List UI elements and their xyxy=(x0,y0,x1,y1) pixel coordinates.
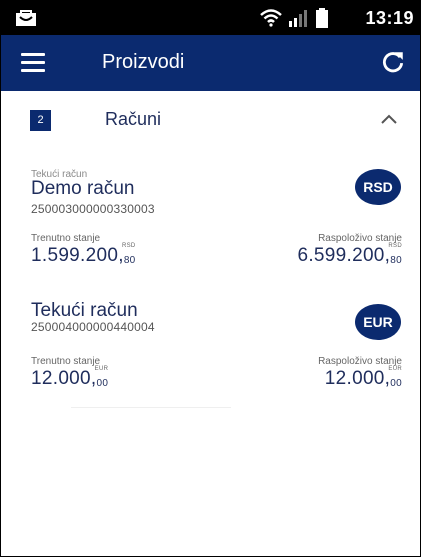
refresh-icon[interactable] xyxy=(380,49,406,75)
current-balance-integer: 1.599.200, xyxy=(31,245,124,266)
available-balance-currency: RSD xyxy=(388,243,402,249)
account-number: 250003000000330003 xyxy=(31,202,155,216)
section-title: Računi xyxy=(105,109,162,129)
clock: 13:19 xyxy=(365,8,414,28)
divider xyxy=(71,407,231,408)
accounts-section-header[interactable]: 2 Računi xyxy=(1,93,420,149)
chevron-up-icon[interactable] xyxy=(380,113,398,125)
account-number: 250004000000440004 xyxy=(31,320,155,334)
account-name: Demo račun xyxy=(31,178,135,199)
current-balance-label: Trenutno stanje xyxy=(31,356,101,367)
available-balance-currency: EUR xyxy=(388,366,402,372)
status-icons xyxy=(260,7,328,29)
battery-icon xyxy=(316,8,328,28)
available-balance: 6.599.200,80 RSD xyxy=(297,243,402,267)
app-bar: Proizvodi xyxy=(1,35,420,91)
status-bar: 13:19 xyxy=(1,1,420,35)
currency-badge: EUR xyxy=(355,304,401,340)
app-screen: 13:19 Proizvodi 2 Računi Tekući račun De… xyxy=(0,0,421,557)
available-balance-decimals: 00 xyxy=(390,378,402,389)
currency-badge: RSD xyxy=(355,169,401,205)
current-balance-decimals: 80 xyxy=(123,255,136,266)
available-balance-integer: 12.000, xyxy=(324,368,391,389)
account-name: Tekući račun xyxy=(31,300,138,321)
current-balance-currency: EUR xyxy=(94,366,109,372)
current-balance-currency: RSD xyxy=(121,243,136,249)
account-count-badge: 2 xyxy=(30,110,51,131)
current-balance: 12.000,00 EUR xyxy=(31,366,109,390)
signal-icon xyxy=(289,10,307,27)
page-title: Proizvodi xyxy=(102,51,185,73)
menu-icon[interactable] xyxy=(21,53,45,73)
shopping-bag-icon xyxy=(16,10,36,26)
current-balance: 1.599.200,80 RSD xyxy=(31,243,136,267)
account-card[interactable]: Tekući račun 250004000000440004 EUR Tren… xyxy=(1,291,420,401)
current-balance-label: Trenutno stanje xyxy=(31,233,101,244)
wifi-icon xyxy=(260,9,282,27)
current-balance-integer: 12.000, xyxy=(31,368,97,389)
available-balance-decimals: 80 xyxy=(390,255,402,266)
available-balance-integer: 6.599.200, xyxy=(297,245,391,266)
available-balance: 12.000,00 EUR xyxy=(324,366,402,390)
account-card[interactable]: Tekući račun Demo račun 2500030000003300… xyxy=(1,161,420,286)
current-balance-decimals: 00 xyxy=(96,378,109,389)
